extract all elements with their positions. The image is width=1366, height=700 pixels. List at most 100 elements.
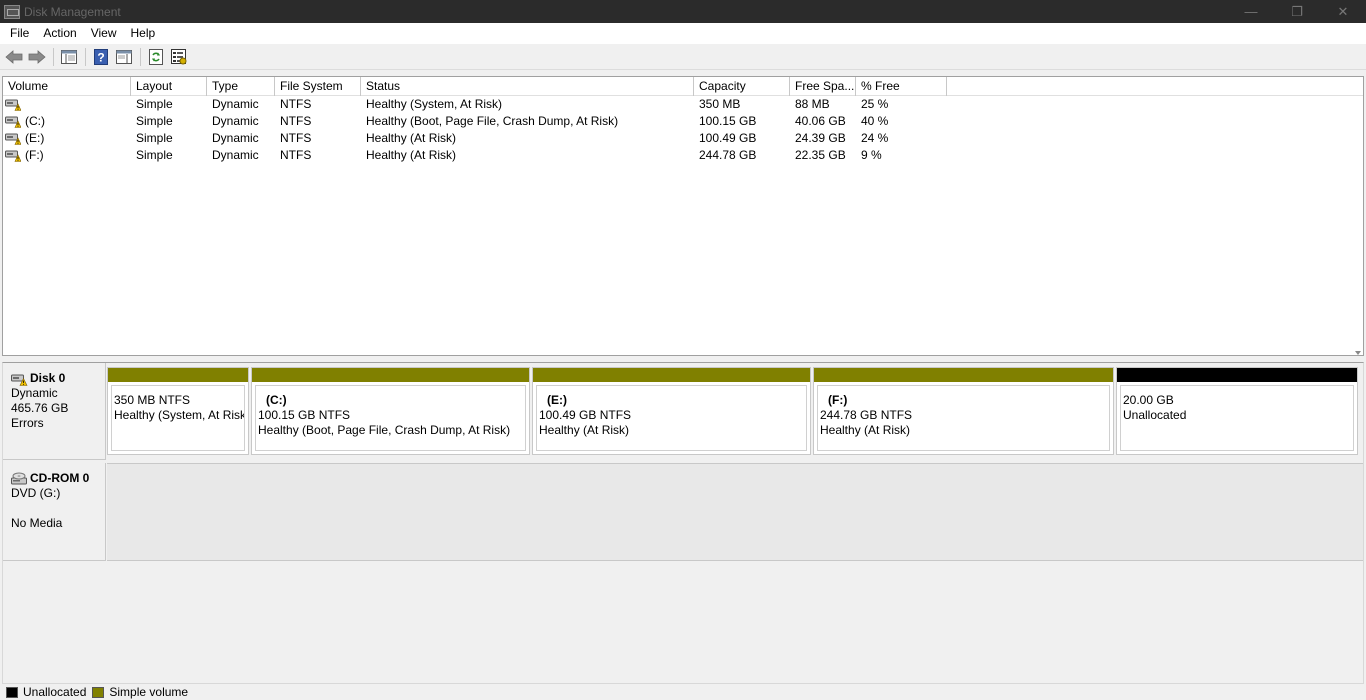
refresh-icon[interactable] <box>146 47 166 67</box>
partition-bar-simple <box>533 368 810 382</box>
menu-file[interactable]: File <box>4 23 35 44</box>
legend-item-simple-volume: Simple volume <box>92 685 188 699</box>
menu-view[interactable]: View <box>85 23 123 44</box>
toolbar-separator <box>85 47 86 66</box>
percent-free-cell: 25 % <box>861 97 889 111</box>
column-header-free-space[interactable]: Free Spa... <box>790 77 856 96</box>
close-button[interactable]: ✕ <box>1320 0 1366 23</box>
partition-name: (F:) <box>828 393 848 407</box>
layout-cell: Simple <box>136 114 173 128</box>
cdrom-0-label[interactable]: CD-ROM 0 DVD (G:) No Media <box>3 463 106 561</box>
volume-warning-icon <box>5 99 21 111</box>
partition-name: (E:) <box>547 393 567 407</box>
partition-status: Healthy (Boot, Page File, Crash Dump, At… <box>258 423 511 437</box>
partition-f[interactable]: (F:) 244.78 GB NTFS Healthy (At Risk) <box>813 367 1114 455</box>
partition-e[interactable]: (E:) 100.49 GB NTFS Healthy (At Risk) <box>532 367 811 455</box>
partition-size: 244.78 GB NTFS <box>820 408 913 422</box>
disk-management-app-icon[interactable] <box>4 4 20 19</box>
column-header-capacity[interactable]: Capacity <box>694 77 790 96</box>
type-cell: Dynamic <box>212 148 259 162</box>
file-system-cell: NTFS <box>280 114 312 128</box>
svg-text:?: ? <box>97 50 104 64</box>
file-system-cell: NTFS <box>280 97 312 111</box>
table-row[interactable]: (E:) Simple Dynamic NTFS Healthy (At Ris… <box>3 130 1363 147</box>
console-tree-icon[interactable] <box>59 47 79 67</box>
legend-item-unallocated: Unallocated <box>6 685 86 699</box>
partition-info: 350 MB NTFS Healthy (System, At Risk <box>111 385 245 451</box>
menu-bar: File Action View Help <box>0 23 1366 44</box>
cdrom-0-area[interactable] <box>107 463 1363 561</box>
legend: Unallocated Simple volume <box>0 684 1366 700</box>
partition-c[interactable]: (C:) 100.15 GB NTFS Healthy (Boot, Page … <box>251 367 530 455</box>
volume-warning-icon <box>5 150 21 162</box>
back-icon[interactable] <box>4 47 24 67</box>
column-header-layout[interactable]: Layout <box>131 77 207 96</box>
help-icon[interactable]: ? <box>91 47 111 67</box>
file-system-cell: NTFS <box>280 148 312 162</box>
partition-status: Healthy (System, At Risk <box>114 408 245 422</box>
partition-bar-unallocated <box>1117 368 1357 382</box>
status-cell: Healthy (Boot, Page File, Crash Dump, At… <box>366 114 619 128</box>
table-row[interactable]: Simple Dynamic NTFS Healthy (System, At … <box>3 96 1363 113</box>
partition-info: (F:) 244.78 GB NTFS Healthy (At Risk) <box>817 385 1110 451</box>
column-header-status[interactable]: Status <box>361 77 694 96</box>
type-cell: Dynamic <box>212 114 259 128</box>
cdrom-status: No Media <box>11 516 63 530</box>
volume-name: (E:) <box>25 131 45 145</box>
scroll-down-arrow-icon[interactable] <box>1355 351 1361 355</box>
disk-0-label[interactable]: Disk 0 Dynamic 465.76 GB Errors <box>3 363 106 460</box>
volume-warning-icon <box>5 133 21 145</box>
partition-size: 100.15 GB NTFS <box>258 408 351 422</box>
partition-status: Healthy (At Risk) <box>820 423 911 437</box>
volume-rows: Simple Dynamic NTFS Healthy (System, At … <box>3 96 1363 164</box>
partition-info: 20.00 GB Unallocated <box>1120 385 1354 451</box>
volume-warning-icon <box>5 116 21 128</box>
cdrom-name-text: CD-ROM 0 <box>30 471 90 485</box>
action-pane-icon[interactable] <box>114 47 134 67</box>
partition-size: 100.49 GB NTFS <box>539 408 632 422</box>
legend-label: Simple volume <box>109 685 189 699</box>
layout-cell: Simple <box>136 97 173 111</box>
toolbar-separator <box>53 47 54 66</box>
minimize-button[interactable]: — <box>1228 0 1274 23</box>
capacity-cell: 350 MB <box>699 97 741 111</box>
partition-bar-simple <box>108 368 248 382</box>
maximize-button[interactable]: ❐ <box>1274 0 1320 23</box>
cdrom-drive: DVD (G:) <box>11 486 61 500</box>
volume-cell <box>3 96 131 113</box>
layout-cell: Simple <box>136 148 173 162</box>
percent-free-cell: 40 % <box>861 114 889 128</box>
menu-help[interactable]: Help <box>125 23 162 44</box>
volume-cell: (F:) <box>3 147 131 164</box>
partition-unallocated[interactable]: 20.00 GB Unallocated <box>1116 367 1358 455</box>
disk-0-name: Disk 0 <box>11 371 105 386</box>
free-space-cell: 22.35 GB <box>795 148 846 162</box>
volume-cell: (C:) <box>3 113 131 130</box>
disk-name-text: Disk 0 <box>30 371 66 385</box>
forward-icon[interactable] <box>27 47 47 67</box>
legend-swatch-simple <box>92 686 105 698</box>
capacity-cell: 100.49 GB <box>699 131 757 145</box>
cdrom-0-name: CD-ROM 0 <box>11 471 105 486</box>
disk-row-disk-0[interactable]: Disk 0 Dynamic 465.76 GB Errors 350 MB N… <box>3 363 1363 461</box>
disk-type: Dynamic <box>11 386 58 400</box>
table-row[interactable]: (C:) Simple Dynamic NTFS Healthy (Boot, … <box>3 113 1363 130</box>
column-header-volume[interactable]: Volume <box>3 77 131 96</box>
disk-warning-icon <box>11 374 28 386</box>
disk-status: Errors <box>11 416 44 430</box>
disk-panel: Disk 0 Dynamic 465.76 GB Errors 350 MB N… <box>2 362 1364 684</box>
table-row[interactable]: (F:) Simple Dynamic NTFS Healthy (At Ris… <box>3 147 1363 164</box>
partition-info: (E:) 100.49 GB NTFS Healthy (At Risk) <box>536 385 807 451</box>
legend-label: Unallocated <box>23 685 87 699</box>
column-header-type[interactable]: Type <box>207 77 275 96</box>
column-header-percent-free[interactable]: % Free <box>856 77 947 96</box>
volume-name: (C:) <box>25 114 45 128</box>
partition-bar-simple <box>814 368 1113 382</box>
status-cell: Healthy (System, At Risk) <box>366 97 503 111</box>
toolbar-separator <box>140 47 141 66</box>
column-header-file-system[interactable]: File System <box>275 77 361 96</box>
properties-icon[interactable] <box>169 47 189 67</box>
disk-size: 465.76 GB <box>11 401 69 415</box>
partition-system-reserved[interactable]: 350 MB NTFS Healthy (System, At Risk <box>107 367 249 455</box>
menu-action[interactable]: Action <box>37 23 82 44</box>
